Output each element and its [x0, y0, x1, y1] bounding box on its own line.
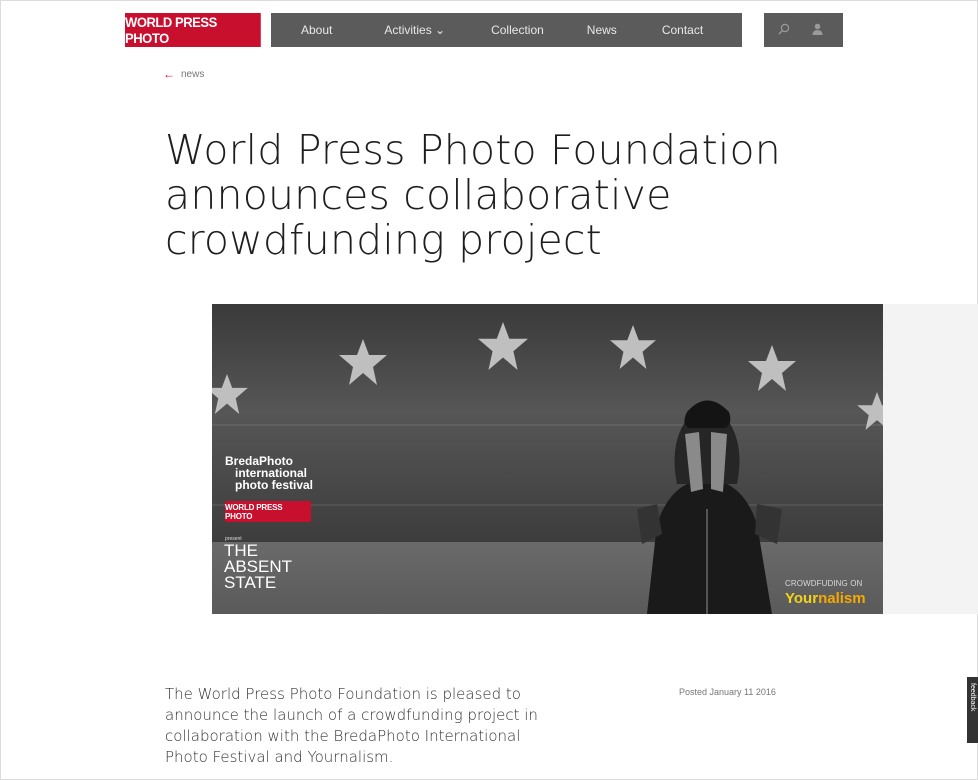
flag-star-icon	[212, 374, 248, 414]
flag-star-icon	[610, 325, 656, 369]
crowdfunding-label: CROWDFUDING ON	[785, 579, 863, 588]
back-arrow-icon: ←	[163, 67, 175, 81]
user-icon[interactable]	[812, 22, 823, 39]
nav-item-collection[interactable]: Collection	[491, 23, 544, 37]
main-navigation: WORLD PRESS PHOTO About Activities ⌄ Col…	[125, 13, 742, 47]
feedback-tab[interactable]: feedback	[967, 677, 978, 743]
flag-star-icon	[478, 322, 528, 370]
flag-star-icon	[339, 339, 387, 385]
nav-menu: About Activities ⌄ Collection News Conta…	[271, 13, 742, 47]
back-link-label: news	[181, 68, 205, 80]
back-to-news-link[interactable]: ← news	[163, 67, 204, 81]
yournalism-logo: Yournalism	[785, 590, 866, 607]
nav-item-activities[interactable]: Activities ⌄	[384, 23, 445, 37]
logo-link[interactable]: WORLD PRESS PHOTO	[125, 13, 261, 47]
flag-star-icon	[857, 392, 883, 430]
festival-name: BredaPhoto international photo festival	[225, 454, 314, 492]
hero-image: BredaPhoto international photo festival …	[212, 304, 883, 614]
project-name: THE ABSENT STATE	[224, 541, 293, 592]
article-title: World Press Photo Foundation announces c…	[165, 126, 781, 264]
nav-item-contact[interactable]: Contact	[662, 23, 703, 37]
search-icon[interactable]	[778, 22, 790, 39]
article-lead: The World Press Photo Foundation is plea…	[165, 685, 538, 766]
nav-item-news[interactable]: News	[587, 23, 617, 37]
wpp-badge: WORLD PRESS PHOTO	[225, 501, 311, 522]
person-silhouette	[637, 400, 782, 614]
nav-tools	[764, 13, 843, 47]
posted-date: Posted January 11 2016	[679, 687, 776, 697]
hero-side-panel	[883, 304, 978, 614]
nav-item-about[interactable]: About	[301, 23, 332, 37]
